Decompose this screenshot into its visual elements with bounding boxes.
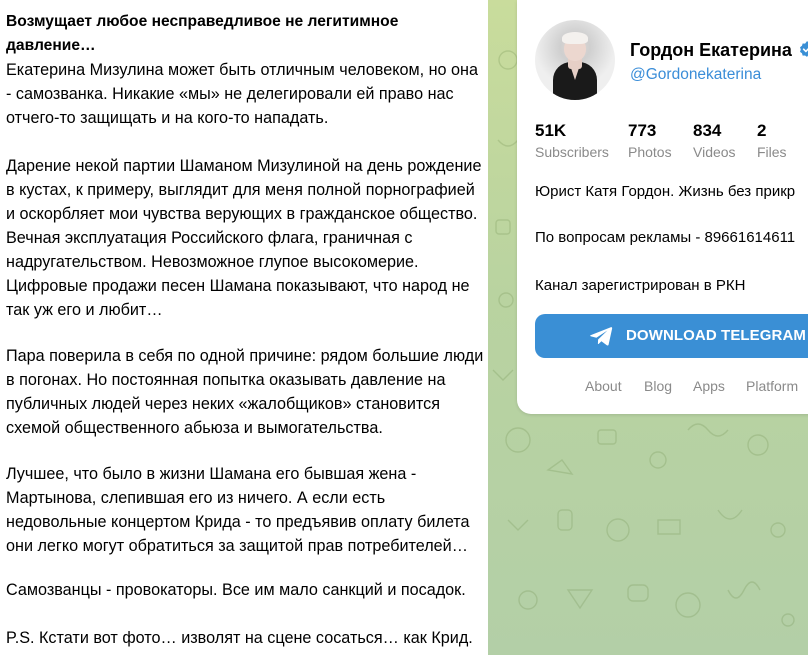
post-line: Пара поверила в себя по одной причине: р… — [6, 347, 484, 365]
channel-card: Гордон Екатерина @Gordonekaterina 51K Su… — [517, 0, 808, 414]
stat-value: 773 — [628, 121, 657, 140]
stat-value: 834 — [693, 121, 722, 140]
channel-handle[interactable]: @Gordonekaterina — [630, 66, 761, 84]
verified-badge-icon — [799, 41, 808, 57]
paper-plane-icon — [590, 327, 613, 346]
download-telegram-button[interactable]: DOWNLOAD TELEGRAM — [535, 314, 808, 358]
post-line: отчего-то защищать и на кого-то нападать… — [6, 109, 329, 127]
post-line: так уж его и любит… — [6, 301, 163, 319]
download-telegram-label: DOWNLOAD TELEGRAM — [626, 327, 807, 344]
post-heading: Возмущает любое несправедливое не легити… — [6, 13, 399, 55]
post-line: публичных людей через неких «жалобщиков»… — [6, 395, 441, 413]
footer-link-platform[interactable]: Platform — [746, 378, 798, 394]
channel-registered-note: Канал зарегистрирован в РКН — [535, 277, 746, 294]
footer-link-apps[interactable]: Apps — [693, 378, 725, 394]
post-line: Екатерина Мизулина может быть отличным ч… — [6, 61, 478, 79]
channel-ads-contact: По вопросам рекламы - 89661614611 — [535, 229, 796, 246]
channel-avatar[interactable] — [535, 20, 615, 100]
post-line: Вечная эксплуатация Российского флага, г… — [6, 229, 413, 247]
channel-description: Юрист Катя Гордон. Жизнь без прикр — [535, 183, 796, 200]
post-line: недовольные концертом Крида - то предъяв… — [6, 513, 470, 531]
stat-label: Photos — [628, 144, 672, 160]
post-line: в погонах. Но постоянная попытка оказыва… — [6, 371, 446, 389]
footer-link-blog[interactable]: Blog — [644, 378, 672, 394]
post-line: схемой общественного абьюза и вымогатель… — [6, 419, 383, 437]
post-line: они легко могут обратиться за защитой пр… — [6, 537, 468, 555]
post-line: Дарение некой партии Шаманом Мизулиной н… — [6, 157, 482, 175]
post-text: Возмущает любое несправедливое не легити… — [0, 0, 488, 655]
post-line: и оскорбляет мои чувства верующих в граж… — [6, 205, 478, 223]
stat-subscribers: 51K Subscribers — [535, 120, 609, 162]
post-line: P.S. Кстати вот фото… изволят на сцене с… — [6, 629, 473, 647]
stat-value: 2 — [757, 121, 767, 140]
post-line: надругательством. Невозможное глупое выс… — [6, 253, 419, 271]
post-line: - самозванка. Никакие «мы» не делегирова… — [6, 85, 454, 103]
stat-photos[interactable]: 773 Photos — [628, 120, 672, 162]
channel-name: Гордон Екатерина — [630, 40, 808, 61]
stat-files[interactable]: 2 Files — [757, 120, 787, 162]
post-line: Лучшее, что было в жизни Шамана его бывш… — [6, 465, 417, 483]
post-line: Самозванцы - провокаторы. Все им мало са… — [6, 581, 466, 599]
stat-label: Subscribers — [535, 144, 609, 160]
post-line: Цифровые продажи песен Шамана показывают… — [6, 277, 470, 295]
post-line: Мартынова, слепившая его из ничего. А ес… — [6, 489, 386, 507]
stat-label: Videos — [693, 144, 736, 160]
stat-videos[interactable]: 834 Videos — [693, 120, 736, 162]
footer-link-about[interactable]: About — [585, 378, 622, 394]
stat-label: Files — [757, 144, 787, 160]
channel-name-text: Гордон Екатерина — [630, 40, 792, 60]
stat-value: 51K — [535, 121, 567, 140]
post-line: в кустах, к примеру, выглядит для меня п… — [6, 181, 475, 199]
